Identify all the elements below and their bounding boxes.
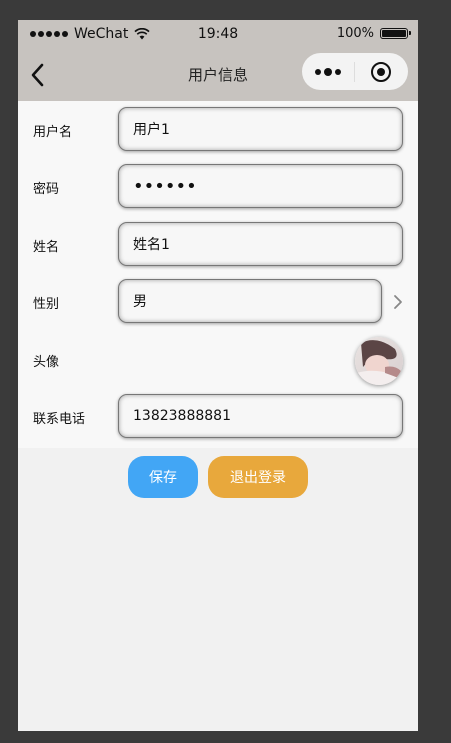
battery-percent: 100% bbox=[336, 26, 374, 41]
close-target-icon[interactable] bbox=[355, 53, 407, 90]
save-button[interactable]: 保存 bbox=[128, 456, 198, 498]
chevron-right-icon[interactable] bbox=[391, 292, 405, 312]
status-right: 100% bbox=[336, 26, 411, 41]
battery-icon bbox=[380, 28, 411, 39]
more-dots-icon[interactable] bbox=[302, 53, 354, 90]
mini-program-capsule bbox=[302, 53, 408, 90]
avatar-label: 头像 bbox=[33, 355, 60, 370]
phone-screen: WeChat 19:48 100% 用户信息 用户名 用户1 密码 ••••••… bbox=[18, 20, 418, 731]
password-label: 密码 bbox=[33, 182, 60, 197]
name-input[interactable]: 姓名1 bbox=[118, 222, 403, 266]
avatar-photo-icon bbox=[355, 337, 403, 385]
password-value: •••••• bbox=[133, 176, 197, 197]
username-value: 用户1 bbox=[133, 122, 170, 138]
name-label: 姓名 bbox=[33, 240, 60, 255]
password-input[interactable]: •••••• bbox=[118, 164, 403, 208]
username-label: 用户名 bbox=[33, 125, 73, 140]
name-value: 姓名1 bbox=[133, 237, 170, 253]
status-bar: WeChat 19:48 100% bbox=[18, 20, 418, 48]
logout-button[interactable]: 退出登录 bbox=[208, 456, 308, 498]
user-info-form: 用户名 用户1 密码 •••••• 姓名 姓名1 性别 男 头像 联系电话 13… bbox=[18, 101, 418, 448]
gender-label: 性别 bbox=[33, 297, 60, 312]
avatar[interactable] bbox=[355, 337, 403, 385]
phone-label: 联系电话 bbox=[33, 412, 86, 427]
gender-picker[interactable]: 男 bbox=[118, 279, 382, 323]
username-input[interactable]: 用户1 bbox=[118, 107, 403, 151]
gender-value: 男 bbox=[133, 294, 147, 310]
phone-value: 13823888881 bbox=[133, 408, 231, 424]
phone-input[interactable]: 13823888881 bbox=[118, 394, 403, 438]
navigation-bar: 用户信息 bbox=[18, 48, 418, 101]
